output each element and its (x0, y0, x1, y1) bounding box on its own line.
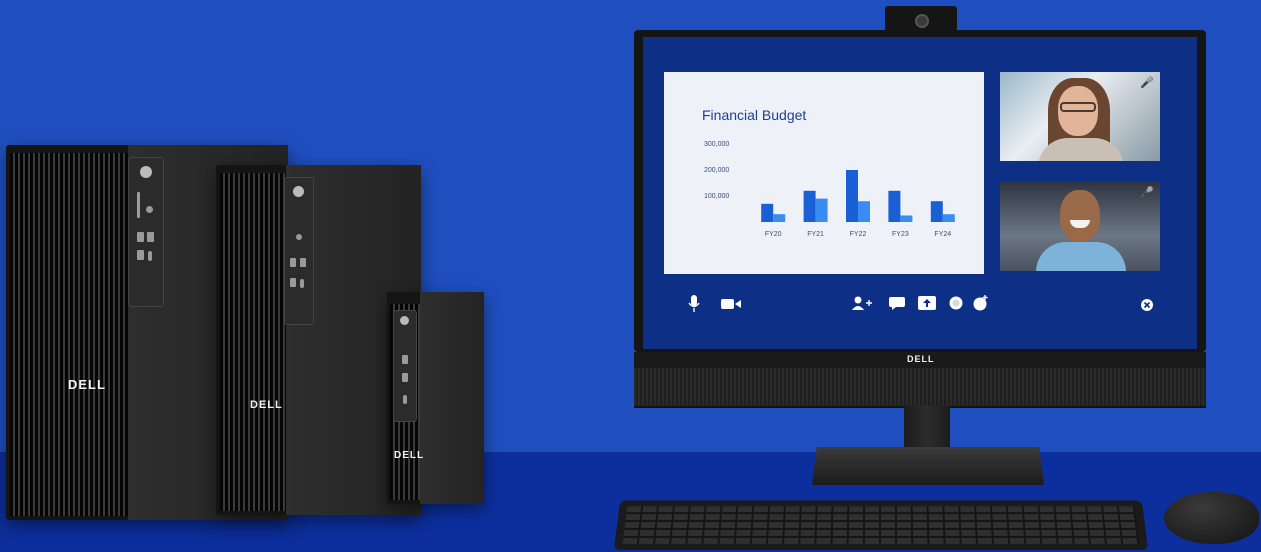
webcam-lens-icon (915, 14, 929, 28)
front-io-panel (284, 177, 314, 325)
webcam (885, 6, 957, 32)
usb-c-port-icon (403, 395, 407, 404)
all-in-one-monitor: Financial Budget 300,000 200,000 100,000 FY… (634, 30, 1206, 352)
x-category-label: FY24 (934, 231, 951, 238)
bar-fy22-series-1 (846, 170, 858, 222)
front-io-panel (128, 157, 164, 307)
monitor-stand-base (812, 447, 1044, 485)
bar-fy24-series-1 (930, 201, 943, 222)
product-scene: DELL DELL DELL Financial Budget 300,000 … (0, 0, 1261, 552)
share-screen-icon[interactable] (918, 296, 936, 313)
usb-port-icon (137, 232, 144, 242)
dell-logo: DELL (250, 399, 283, 411)
power-button-icon[interactable] (140, 166, 152, 178)
bar-fy20-series-1 (761, 203, 774, 222)
dell-logo: DELL (68, 377, 106, 392)
y-tick-label: 100,000 (704, 193, 729, 200)
keyboard-key-rows (622, 506, 1140, 544)
add-person-icon[interactable] (852, 296, 872, 313)
bar-fy23-series-1 (888, 190, 901, 222)
participant-face (1060, 190, 1100, 242)
usb-c-port-icon (148, 251, 152, 261)
video-participant-1[interactable]: 🎤 (1000, 72, 1160, 161)
dell-logo: DELL (394, 450, 425, 461)
usb-port-icon (147, 232, 154, 242)
record-icon[interactable] (949, 296, 963, 313)
usb-port-icon (290, 278, 296, 287)
keyboard (613, 500, 1149, 551)
bar-fy21-series-1 (803, 190, 816, 222)
camera-icon[interactable] (721, 297, 741, 313)
bar-fy24-series-2 (942, 214, 955, 222)
close-call-icon[interactable] (1141, 298, 1153, 314)
front-vent-grill (10, 153, 128, 516)
mic-muted-icon: 🎤 (1140, 187, 1154, 199)
x-category-label: FY20 (765, 231, 782, 238)
bar-fy20-series-2 (773, 214, 786, 222)
monitor-chin: DELL (634, 352, 1206, 368)
mouse (1164, 492, 1259, 544)
usb-port-icon (137, 250, 144, 260)
monitor-soundbar (634, 368, 1206, 408)
participant-clothing (1036, 242, 1126, 271)
participant-glasses (1060, 102, 1096, 112)
usb-c-port-icon (300, 279, 304, 288)
usb-port-icon (300, 258, 306, 267)
reactions-icon[interactable] (973, 295, 989, 314)
front-vent-grill (220, 173, 286, 511)
sd-slot-icon (137, 192, 140, 218)
x-category-label: FY23 (892, 231, 909, 238)
front-io-panel (393, 310, 417, 422)
monitor-stand-neck (904, 406, 950, 450)
bar-fy21-series-2 (815, 198, 828, 222)
x-category-label: FY21 (807, 231, 824, 238)
video-participant-2[interactable]: 🎤 (1000, 182, 1160, 271)
micro-desktop: DELL (387, 292, 484, 504)
x-category-label: FY22 (850, 231, 867, 238)
dell-logo: DELL (907, 354, 935, 364)
bar-fy23-series-2 (900, 215, 913, 222)
usb-port-icon (290, 258, 296, 267)
bar-fy22-series-2 (858, 201, 870, 222)
mic-muted-icon: 🎤 (1140, 77, 1154, 89)
monitor-screen: Financial Budget 300,000 200,000 100,000 FY… (643, 37, 1197, 349)
presentation-slide: Financial Budget 300,000 200,000 100,000 FY… (664, 72, 984, 274)
micro-side-panel (420, 292, 484, 504)
audio-jack-icon (296, 234, 302, 240)
usb-port-icon (402, 373, 408, 382)
budget-bar-chart: 300,000 200,000 100,000 FY20 FY21 FY22 FY23 FY2… (704, 141, 955, 238)
audio-jack-icon (146, 206, 153, 213)
power-button-icon[interactable] (400, 316, 409, 325)
y-tick-label: 300,000 (704, 141, 729, 148)
power-button-icon[interactable] (293, 186, 304, 197)
y-tick-label: 200,000 (704, 167, 729, 174)
usb-port-icon (402, 355, 408, 364)
microphone-icon[interactable] (688, 295, 700, 316)
chat-icon[interactable] (889, 296, 905, 313)
